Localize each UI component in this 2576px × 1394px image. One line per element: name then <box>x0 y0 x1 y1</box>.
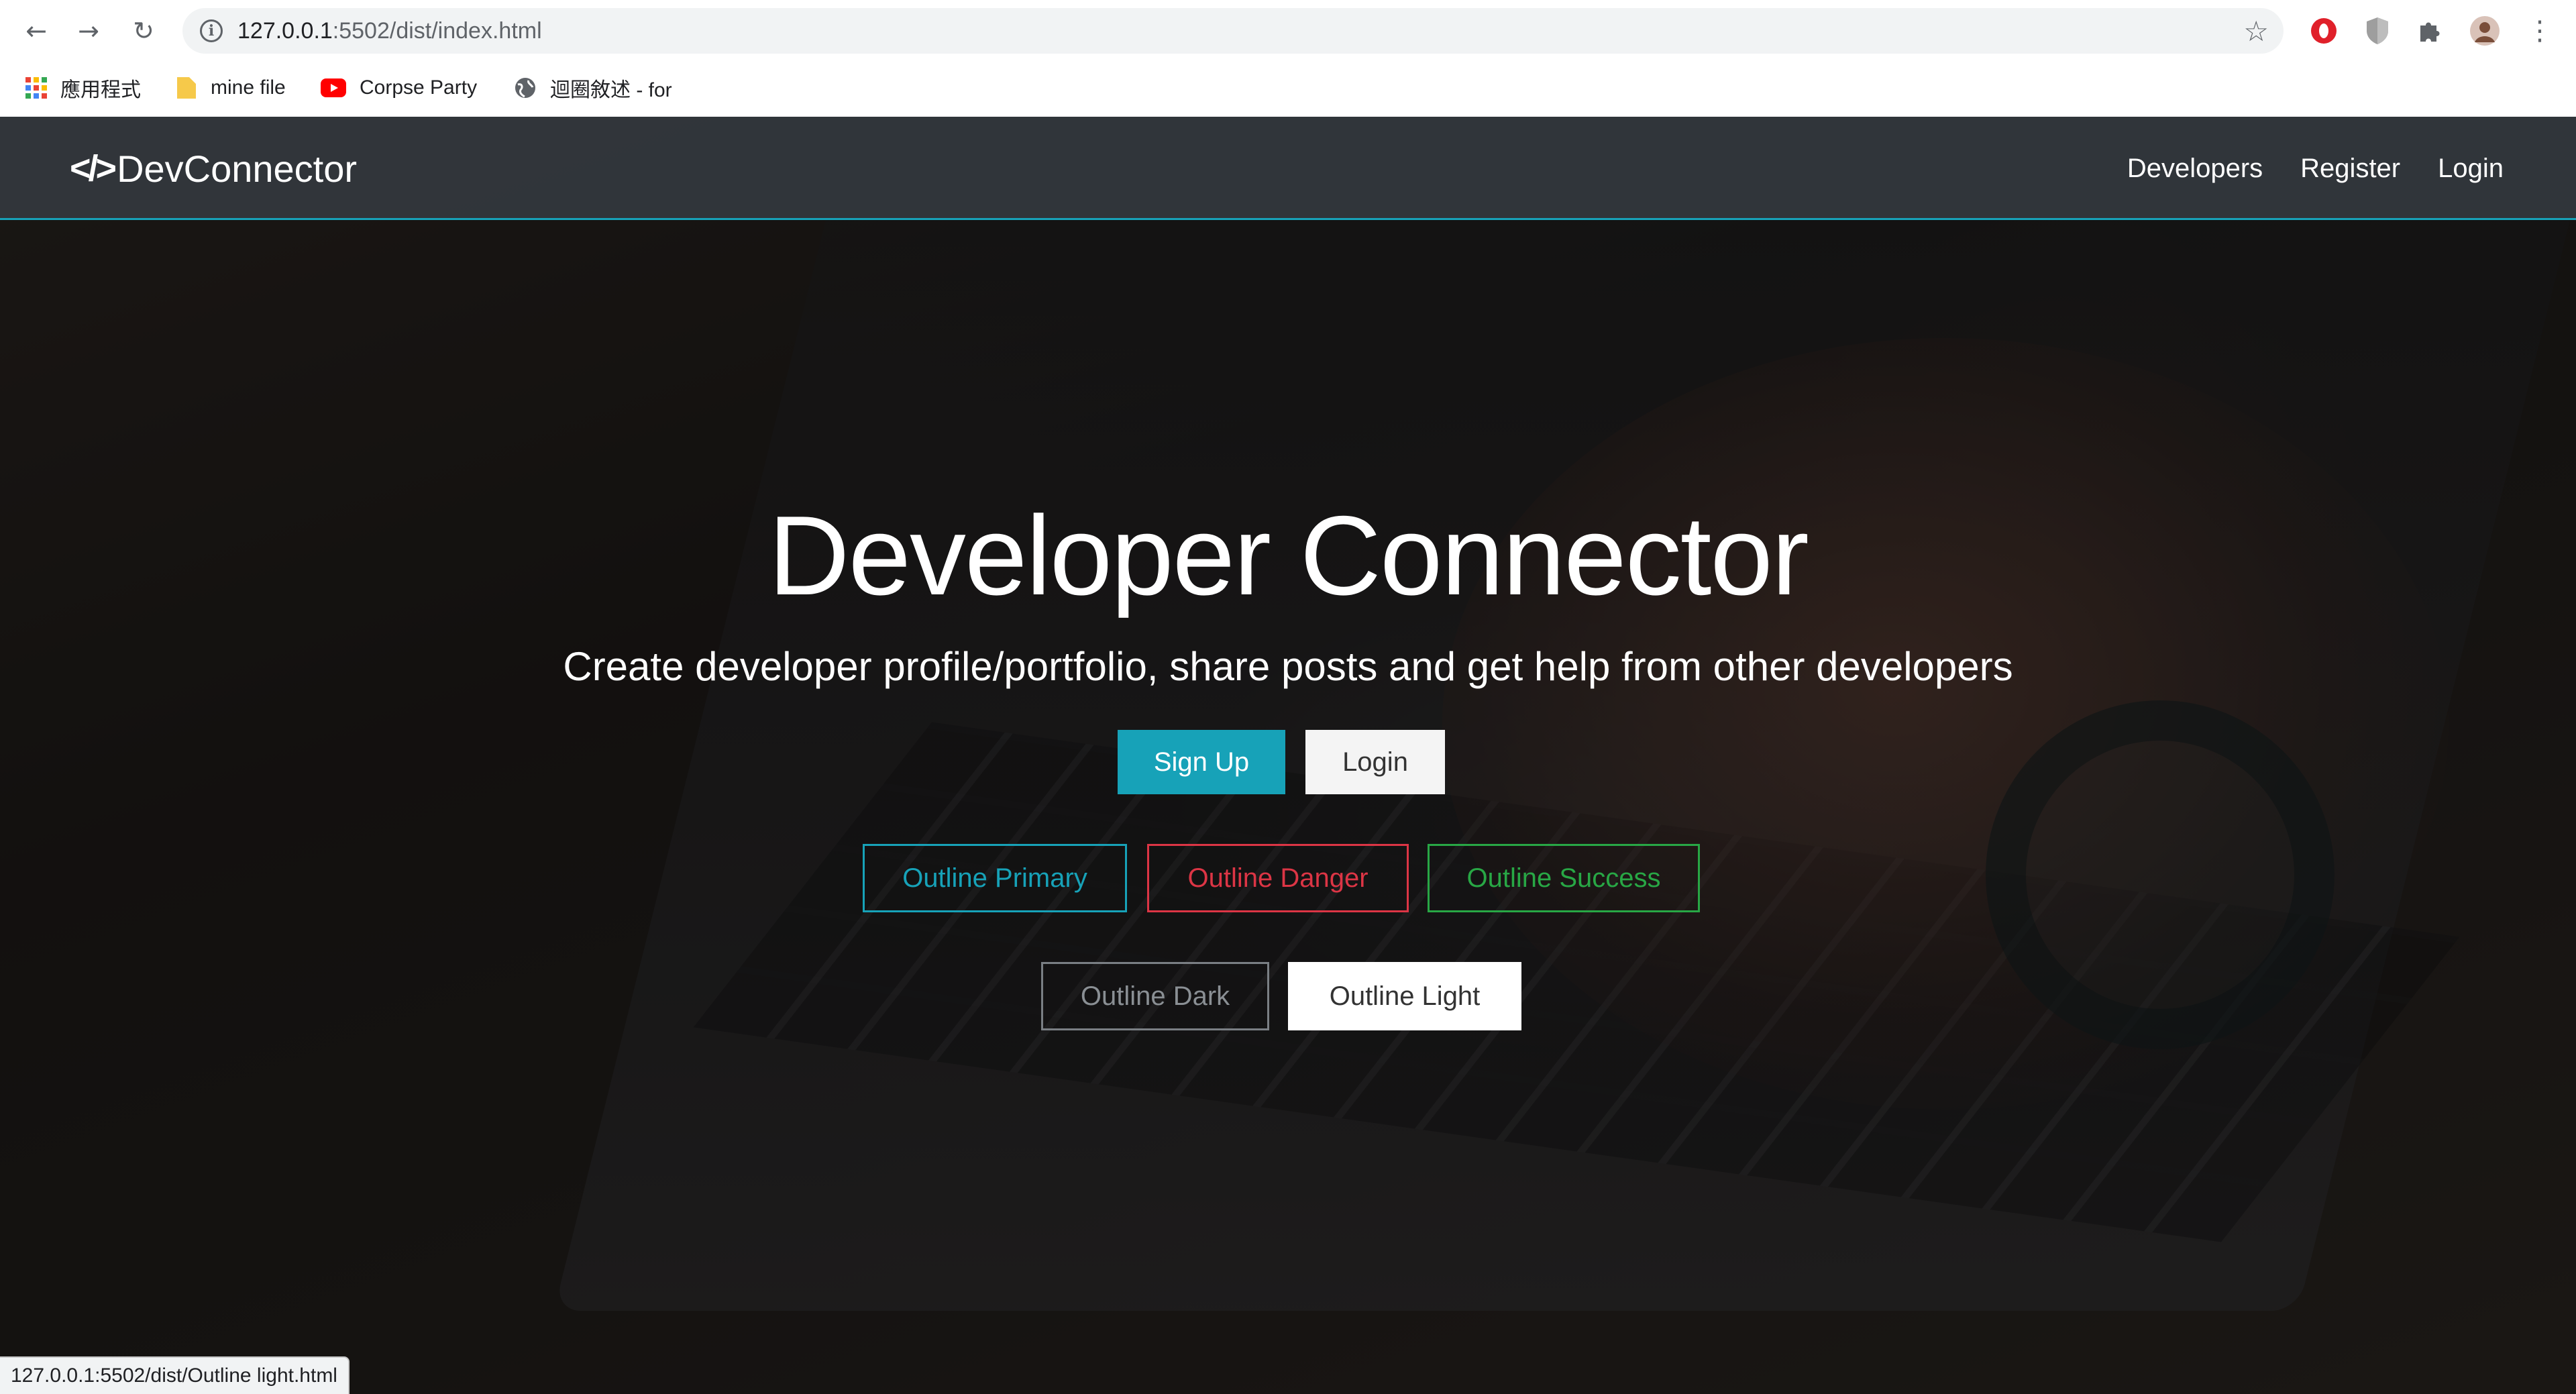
code-icon: </> <box>70 148 117 189</box>
bookmark-mine-file[interactable]: mine file <box>176 71 286 105</box>
bookmark-label: Corpse Party <box>360 76 478 99</box>
browser-toolbar: ← → ↻ i 127.0.0.1:5502/dist/index.html ☆… <box>0 0 2576 62</box>
apps-grid-icon <box>25 77 47 99</box>
status-bar: 127.0.0.1:5502/dist/Outline light.html <box>0 1356 350 1394</box>
site-info-icon[interactable]: i <box>200 19 223 42</box>
outline-primary-button[interactable]: Outline Primary <box>863 844 1127 912</box>
address-bar[interactable]: i 127.0.0.1:5502/dist/index.html ☆ <box>182 8 2284 54</box>
bookmark-label: 應用程式 <box>60 79 141 101</box>
globe-icon <box>514 76 537 99</box>
url-host: 127.0.0.1 <box>237 18 333 44</box>
bookmark-star-icon[interactable]: ☆ <box>2243 15 2269 48</box>
bookmark-loop-for[interactable]: 迴圈敘述 - for <box>514 71 672 105</box>
bookmark-label: mine file <box>211 76 286 99</box>
nav-developers[interactable]: Developers <box>2127 154 2263 184</box>
outline-success-button[interactable]: Outline Success <box>1428 844 1700 912</box>
back-icon[interactable]: ← <box>20 15 52 47</box>
folder-icon <box>176 76 197 100</box>
landing-page: </> DevConnector Developers Register Log… <box>0 117 2576 1394</box>
url-path: :5502/dist/index.html <box>332 18 542 44</box>
bookmark-apps[interactable]: 應用程式 <box>25 71 141 105</box>
extensions-puzzle-icon[interactable] <box>2414 15 2446 47</box>
bookmark-label: 迴圈敘述 - for <box>550 79 672 101</box>
nav-register[interactable]: Register <box>2300 154 2400 184</box>
bookmark-corpse-party[interactable]: Corpse Party <box>321 71 477 105</box>
signup-button[interactable]: Sign Up <box>1118 730 1285 794</box>
hero-title: Developer Connector <box>768 492 1809 619</box>
shield-extension-icon[interactable] <box>2361 15 2394 47</box>
reload-icon[interactable]: ↻ <box>127 15 160 47</box>
outline-light-button[interactable]: Outline Light <box>1288 962 1521 1030</box>
login-button[interactable]: Login <box>1305 730 1445 794</box>
outline-danger-button[interactable]: Outline Danger <box>1147 844 1409 912</box>
forward-icon[interactable]: → <box>72 15 105 47</box>
brand-logo[interactable]: </> DevConnector <box>70 145 357 192</box>
brand-name: DevConnector <box>117 147 358 190</box>
outline-dark-button[interactable]: Outline Dark <box>1041 962 1269 1030</box>
bookmarks-bar: 應用程式 mine file Corpse Party 迴圈敘述 - for <box>0 62 2576 117</box>
nav-links: Developers Register Login <box>2090 145 2504 192</box>
nav-login[interactable]: Login <box>2438 154 2504 184</box>
address-url[interactable]: 127.0.0.1:5502/dist/index.html <box>237 16 542 46</box>
hero-lead: Create developer profile/portfolio, shar… <box>563 644 2013 689</box>
opera-extension-icon[interactable] <box>2308 15 2340 47</box>
youtube-icon <box>321 78 346 97</box>
navbar: </> DevConnector Developers Register Log… <box>0 117 2576 220</box>
browser-chrome: ← → ↻ i 127.0.0.1:5502/dist/index.html ☆… <box>0 0 2576 117</box>
profile-avatar-icon[interactable] <box>2469 15 2501 47</box>
dark-overlay <box>0 117 2576 1394</box>
browser-menu-icon[interactable]: ⋮ <box>2524 15 2556 47</box>
